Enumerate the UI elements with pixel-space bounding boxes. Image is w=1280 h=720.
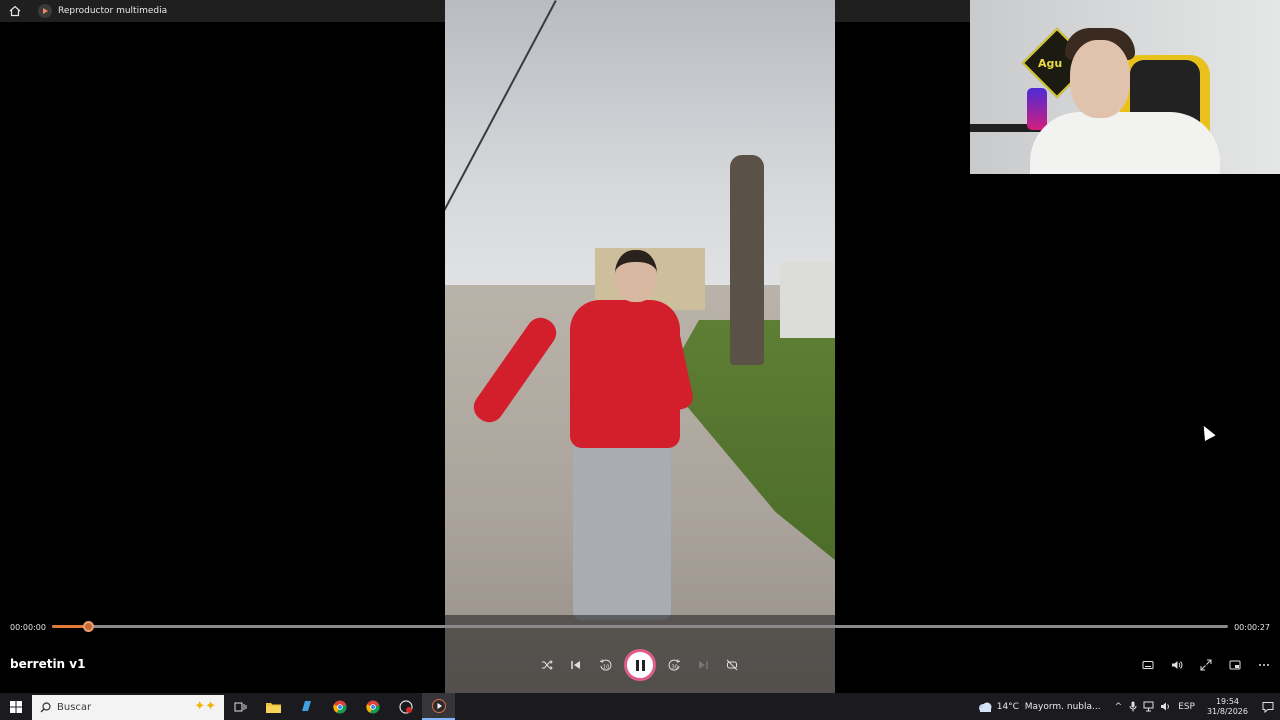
rewind-10-icon: 10	[599, 658, 611, 671]
more-icon	[1259, 664, 1269, 666]
weather-desc: Mayorm. nubla...	[1024, 701, 1101, 712]
app-title: Reproductor multimedia	[58, 6, 168, 16]
forward-30-icon: 30	[668, 658, 680, 671]
notifications-button[interactable]	[1256, 693, 1280, 720]
subtitles-icon	[1142, 661, 1154, 669]
volume-icon	[1172, 661, 1183, 669]
mouse-cursor	[1198, 423, 1216, 441]
clock-date: 31/8/2026	[1206, 706, 1248, 716]
more-options-button[interactable]	[1254, 655, 1274, 675]
rewind-10-button[interactable]: 10	[595, 655, 615, 675]
chrome-profile-button[interactable]	[356, 693, 389, 720]
pause-icon	[635, 659, 639, 671]
volume-button[interactable]	[1167, 655, 1187, 675]
task-view-button[interactable]	[224, 693, 257, 720]
task-view-icon	[234, 702, 247, 711]
forward-30-button[interactable]: 30	[664, 655, 684, 675]
next-icon	[699, 661, 708, 669]
search-placeholder: Buscar	[57, 701, 92, 713]
total-time: 00:00:27	[1234, 623, 1270, 632]
shuffle-icon	[542, 660, 553, 670]
seek-bar[interactable]	[52, 621, 1228, 632]
windows-icon	[10, 700, 22, 713]
home-icon	[9, 5, 21, 17]
current-time: 00:00:00	[10, 623, 46, 632]
cloudy-weather-icon	[978, 702, 992, 712]
recorder-button[interactable]	[389, 693, 422, 720]
file-explorer-button[interactable]	[257, 693, 290, 720]
video-frame[interactable]	[445, 0, 835, 693]
chrome-icon	[365, 700, 379, 713]
clock-time: 19:54	[1215, 696, 1240, 706]
svg-text:30: 30	[671, 664, 677, 670]
media-player-icon	[431, 698, 446, 713]
media-player-taskbar-button[interactable]	[422, 693, 455, 720]
expand-icon	[1200, 659, 1212, 671]
microphone	[1027, 88, 1047, 130]
pause-button[interactable]	[624, 649, 656, 681]
next-button[interactable]	[693, 655, 713, 675]
system-tray: 14°C Mayorm. nubla... ^ ESP 19:54 31/8/2…	[977, 693, 1280, 720]
weather-temp: 14°C	[996, 701, 1019, 712]
search-icon	[40, 701, 51, 712]
taskbar: Buscar ✦✦ 14°C Mayorm. nubla... ^ ESP 19…	[0, 693, 1280, 720]
folder-icon	[266, 702, 281, 713]
notification-icon	[1262, 701, 1274, 713]
subtitles-button[interactable]	[1138, 655, 1158, 675]
taskbar-clock[interactable]: 19:54 31/8/2026	[1207, 697, 1248, 717]
chevron-up-icon[interactable]: ^	[1115, 702, 1123, 712]
chrome-icon	[332, 700, 346, 713]
app-blue-icon	[302, 701, 311, 711]
svg-text:10: 10	[603, 664, 609, 670]
miniplayer-icon	[1229, 660, 1241, 670]
webcam-overlay: Agu	[970, 0, 1280, 174]
miniplayer-button[interactable]	[1225, 655, 1245, 675]
seek-bar-thumb[interactable]	[83, 621, 95, 632]
repeat-button[interactable]	[722, 655, 742, 675]
language-indicator[interactable]: ESP	[1178, 702, 1195, 712]
start-button[interactable]	[0, 693, 32, 720]
chrome-button[interactable]	[323, 693, 356, 720]
home-button[interactable]	[0, 0, 30, 22]
network-icon[interactable]	[1143, 701, 1154, 712]
speaker-icon[interactable]	[1160, 701, 1171, 712]
shuffle-button[interactable]	[537, 655, 557, 675]
weather-widget[interactable]: 14°C Mayorm. nubla...	[997, 702, 1101, 712]
media-player-app-icon	[38, 4, 52, 18]
previous-icon	[571, 661, 580, 669]
recorder-icon	[398, 699, 413, 714]
app-button[interactable]	[290, 693, 323, 720]
repeat-off-icon	[726, 659, 738, 671]
webcam-sign-text: Agu	[1038, 57, 1063, 70]
microphone-icon[interactable]	[1129, 701, 1137, 712]
taskbar-search[interactable]: Buscar ✦✦	[32, 694, 224, 720]
previous-button[interactable]	[566, 655, 586, 675]
fullscreen-button[interactable]	[1196, 655, 1216, 675]
media-title: berretin v1	[10, 657, 86, 671]
sparkle-icon: ✦✦	[194, 698, 216, 714]
